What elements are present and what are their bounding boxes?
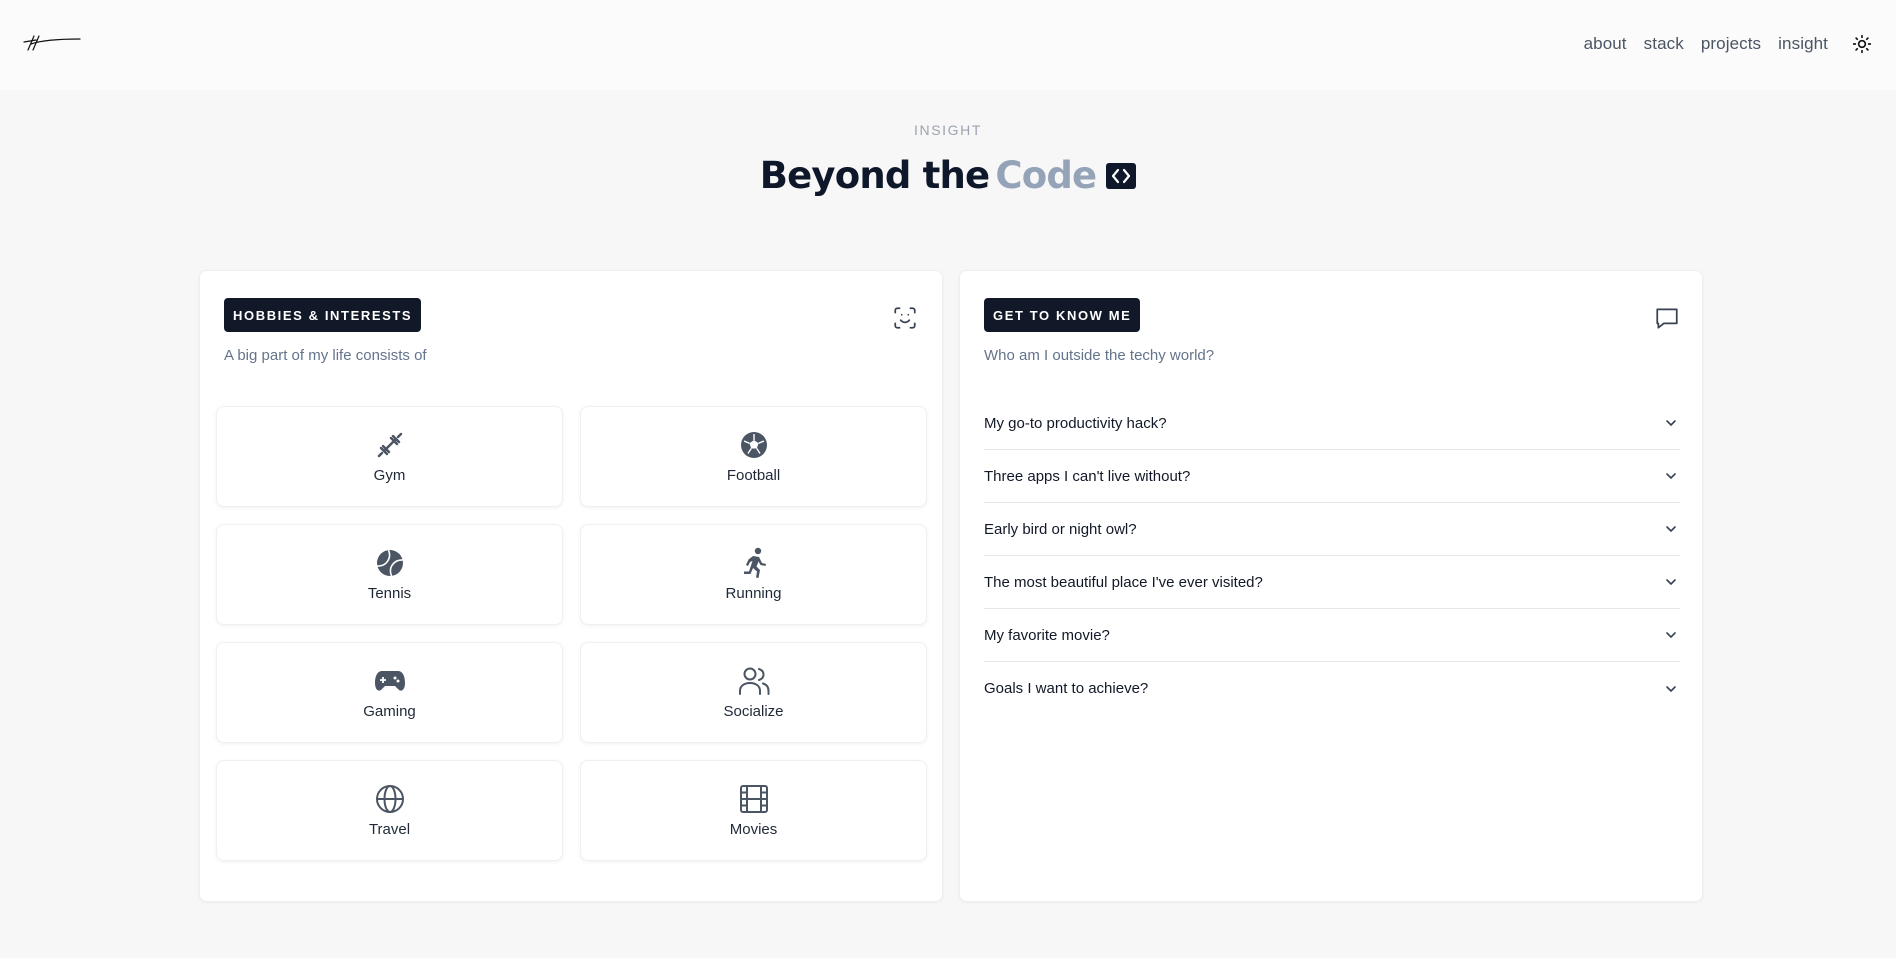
hobby-label: Running [725,585,782,602]
gamepad-icon [374,665,406,697]
title-main: Beyond the [759,154,990,197]
get-to-know-badge: GET TO KNOW ME [984,298,1141,332]
hobby-tile-running[interactable]: Running [580,524,927,625]
faq-item-beautiful-place[interactable]: The most beautiful place I've ever visit… [984,556,1680,609]
faq-question: Goals I want to achieve? [984,680,1149,697]
hobby-label: Movies [729,821,778,838]
chevron-down-icon [1666,526,1676,533]
faq-item-apps[interactable]: Three apps I can't live without? [984,450,1680,503]
nav-stack[interactable]: stack [1644,34,1684,54]
faq-item-movie[interactable]: My favorite movie? [984,609,1680,662]
hobby-label: Football [726,467,781,484]
code-icon [1106,162,1137,189]
scan-face-icon [894,307,916,329]
faq-item-productivity[interactable]: My go-to productivity hack? [984,397,1680,450]
faq-question: My favorite movie? [984,626,1110,644]
main-nav: about stack projects insight [1584,34,1828,54]
hobby-label: Gaming [363,703,416,720]
hobby-tile-football[interactable]: Football [580,406,927,507]
hobby-label: Socialize [723,703,784,720]
hobby-tile-gaming[interactable]: Gaming [216,642,563,743]
hobby-tile-movies[interactable]: Movies [580,760,927,861]
hobbies-subtitle: A big part of my life consists of [224,347,427,364]
faq-item-goals[interactable]: Goals I want to achieve? [984,662,1680,715]
page-title: Beyond the Code [0,154,1896,197]
sun-icon[interactable] [1852,34,1872,54]
section-eyebrow: INSIGHT [914,122,982,138]
users-icon [738,665,770,697]
faq-list: My go-to productivity hack? Three apps I… [984,397,1680,715]
nav-about[interactable]: about [1584,34,1627,54]
top-bar: about stack projects insight [0,0,1896,90]
get-to-know-subtitle: Who am I outside the techy world? [984,347,1215,364]
nav-insight[interactable]: insight [1778,34,1828,54]
faq-question: Three apps I can't live without? [984,467,1191,485]
faq-item-early-bird[interactable]: Early bird or night owl? [984,503,1680,556]
tennis-ball-icon [374,547,406,579]
chevron-down-icon [1666,579,1676,586]
faq-question: The most beautiful place I've ever visit… [984,573,1263,591]
chevron-down-icon [1666,420,1676,427]
faq-question: My go-to productivity hack? [984,414,1167,432]
chevron-down-icon [1666,632,1676,639]
hobbies-grid: Gym Football Tennis Running Gaming Socia… [216,406,927,861]
chevron-down-icon [1666,685,1676,692]
hobby-label: Travel [368,821,411,838]
runner-icon [738,547,770,579]
title-accent: Code [995,154,1097,197]
hobby-tile-gym[interactable]: Gym [216,406,563,507]
signature-logo[interactable] [22,30,82,56]
dumbbell-icon [374,429,406,461]
hobbies-badge: HOBBIES & INTERESTS [224,298,422,332]
nav-projects[interactable]: projects [1701,34,1761,54]
globe-icon [374,783,406,815]
chat-icon [1656,308,1678,329]
get-to-know-card: GET TO KNOW ME Who am I outside the tech… [959,270,1703,902]
hobby-label: Gym [373,467,406,484]
hobby-label: Tennis [367,585,412,602]
faq-question: Early bird or night owl? [984,520,1137,538]
hobby-tile-socialize[interactable]: Socialize [580,642,927,743]
chevron-down-icon [1666,473,1676,480]
film-icon [738,783,770,815]
hobbies-card: HOBBIES & INTERESTS A big part of my lif… [199,270,943,902]
hobby-tile-travel[interactable]: Travel [216,760,563,861]
hobby-tile-tennis[interactable]: Tennis [216,524,563,625]
football-icon [738,429,770,461]
